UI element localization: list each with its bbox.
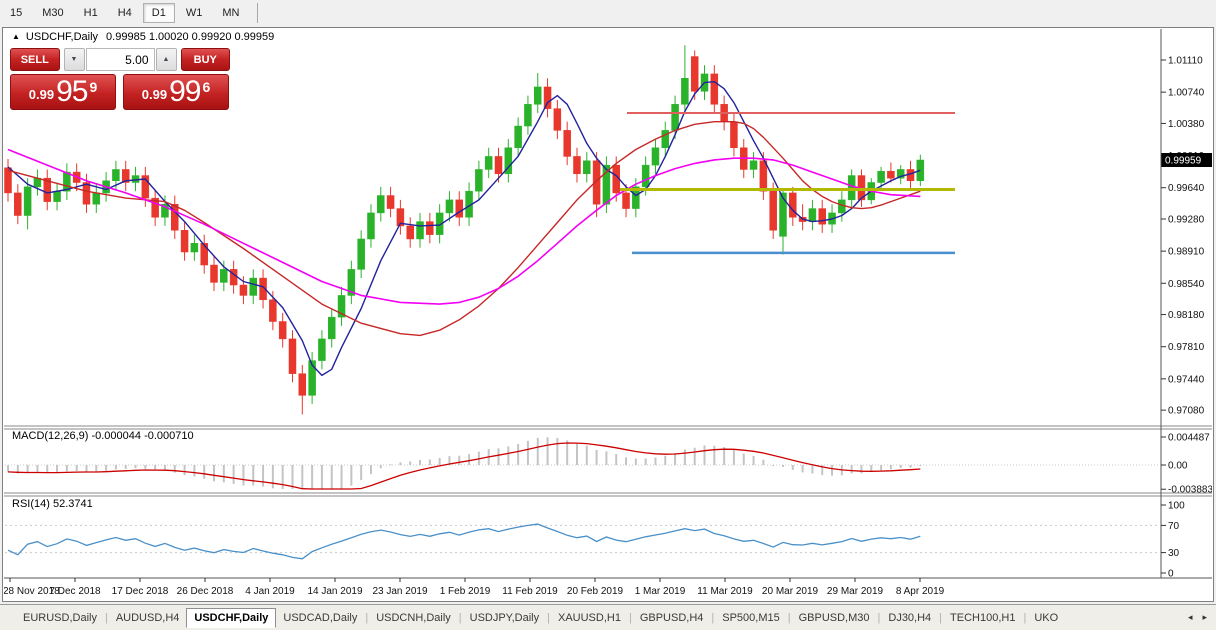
one-click-trading-panel: SELL ▼ ▲ BUY 0.99959 0.99996 [10,48,230,110]
timeframe-button-w1[interactable]: W1 [177,3,212,23]
svg-text:0.00: 0.00 [1168,461,1188,472]
tab-eurusd-daily[interactable]: EURUSD,Daily [16,609,104,627]
price-axis[interactable]: 1.011101.007401.003801.000100.996400.992… [1161,56,1205,417]
svg-text:0.97810: 0.97810 [1168,342,1205,353]
macd-axis[interactable]: 0.004487 0.00 -0.003883 [1161,433,1212,496]
svg-text:20 Feb 2019: 20 Feb 2019 [567,586,624,597]
tab-xauusd-h1[interactable]: XAUUSD,H1 [551,609,628,627]
buy-price-button[interactable]: 0.99996 [123,74,229,110]
chart-tab-bar: EURUSD,Daily| AUDUSD,H4 USDCHF,Daily USD… [0,604,1216,630]
volume-spinner: ▼ ▲ [64,48,177,71]
trading-terminal-window: 15 M30 H1 H4 D1 W1 MN 1.01110 1.00740 1.00… [0,0,1216,630]
ohlc-values: 0.99985 1.00020 0.99920 0.99959 [106,31,274,43]
rsi-axis[interactable]: 100 70 30 0 [1161,501,1185,580]
tab-sp500-m15[interactable]: SP500,M15 [715,609,786,627]
buy-price-big: 99 [169,77,200,107]
svg-text:0.98180: 0.98180 [1168,310,1205,321]
svg-text:11 Feb 2019: 11 Feb 2019 [502,586,558,597]
sell-button[interactable]: SELL [10,48,60,71]
svg-text:1.00740: 1.00740 [1168,88,1205,99]
timeframe-button-h1[interactable]: H1 [75,3,107,23]
toolbar-separator [257,3,258,23]
tab-scroll-right-icon[interactable]: ▸ [1197,610,1212,625]
svg-text:0.97080: 0.97080 [1168,406,1205,417]
svg-text:0.98540: 0.98540 [1168,279,1205,290]
macd-indicator-label: MACD(12,26,9) -0.000044 -0.000710 [12,430,194,442]
svg-text:0.99640: 0.99640 [1168,183,1205,194]
chart-title: ▲ USDCHF,Daily 0.99985 1.00020 0.99920 0.9… [12,31,274,43]
tab-usdcad-daily[interactable]: USDCAD,Daily [276,609,364,627]
svg-text:0.97440: 0.97440 [1168,374,1205,385]
timeframe-button-m30[interactable]: M30 [33,3,72,23]
svg-text:1.01110: 1.01110 [1168,56,1203,67]
macd-histogram [7,437,921,489]
symbol-period-label: USDCHF,Daily [26,31,98,43]
volume-decrease-button[interactable]: ▼ [64,48,85,71]
rsi-indicator-label: RSI(14) 52.3741 [12,498,93,510]
timeframe-button-mn[interactable]: MN [213,3,248,23]
svg-text:70: 70 [1168,521,1180,532]
tab-gbpusd-m30[interactable]: GBPUSD,M30 [792,609,877,627]
svg-text:-0.003883: -0.003883 [1168,485,1212,496]
svg-text:17 Dec 2018: 17 Dec 2018 [112,586,169,597]
tab-uko[interactable]: UKO [1027,609,1065,627]
buy-price-base: 0.99 [142,87,167,102]
pane-separators [4,29,1212,578]
tab-usdchf-daily[interactable]: USDCHF,Daily [186,608,276,628]
tab-dj30-h4[interactable]: DJ30,H4 [881,609,938,627]
rsi-line [8,524,920,559]
volume-increase-button[interactable]: ▲ [156,48,177,71]
svg-text:11 Mar 2019: 11 Mar 2019 [697,586,753,597]
tab-usdjpy-daily[interactable]: USDJPY,Daily [463,609,547,627]
tab-gbpusd-h4[interactable]: GBPUSD,H4 [633,609,711,627]
svg-text:8 Apr 2019: 8 Apr 2019 [896,586,945,597]
svg-text:14 Jan 2019: 14 Jan 2019 [307,586,362,597]
tab-usdcnh-daily[interactable]: USDCNH,Daily [369,609,458,627]
volume-input[interactable] [86,48,155,71]
svg-text:1.00380: 1.00380 [1168,119,1205,130]
timeframe-button-m15[interactable]: 15 [1,3,31,23]
sell-price-base: 0.99 [29,87,54,102]
level-lines[interactable] [620,113,955,253]
svg-text:23 Jan 2019: 23 Jan 2019 [372,586,427,597]
price-chart-canvas[interactable]: 1.011101.007401.003801.000100.996400.992… [4,28,1212,600]
date-axis[interactable]: 28 Nov 20187 Dec 201817 Dec 201826 Dec 2… [4,578,945,597]
svg-text:0.99959: 0.99959 [1165,156,1202,167]
tab-tech100-h1[interactable]: TECH100,H1 [943,609,1022,627]
sell-price-button[interactable]: 0.99959 [10,74,116,110]
svg-text:0.99280: 0.99280 [1168,214,1205,225]
svg-text:30: 30 [1168,548,1180,559]
indicator-gridlines [5,465,1160,553]
svg-text:1 Feb 2019: 1 Feb 2019 [440,586,491,597]
buy-button[interactable]: BUY [181,48,231,71]
sell-price-pip: 9 [89,79,97,95]
svg-text:26 Dec 2018: 26 Dec 2018 [177,586,234,597]
sell-price-big: 95 [56,77,87,107]
svg-text:29 Mar 2019: 29 Mar 2019 [827,586,884,597]
svg-text:20 Mar 2019: 20 Mar 2019 [762,586,819,597]
timeframe-button-h4[interactable]: H4 [109,3,141,23]
tab-scroll-left-icon[interactable]: ◂ [1183,610,1198,625]
svg-text:0.98910: 0.98910 [1168,247,1205,258]
svg-text:100: 100 [1168,501,1185,512]
collapse-panel-icon[interactable]: ▲ [12,32,20,41]
svg-text:7 Dec 2018: 7 Dec 2018 [49,586,101,597]
buy-price-pip: 6 [202,79,210,95]
svg-text:1 Mar 2019: 1 Mar 2019 [635,586,686,597]
tab-scroll-controls: ◂ ▸ [1183,610,1216,625]
timeframe-toolbar: 15 M30 H1 H4 D1 W1 MN [0,0,1216,26]
current-price-tag: 0.99959 [1162,153,1213,167]
svg-text:4 Jan 2019: 4 Jan 2019 [245,586,295,597]
timeframe-button-d1[interactable]: D1 [143,3,175,23]
svg-text:0.004487: 0.004487 [1168,433,1210,444]
svg-text:0: 0 [1168,569,1174,580]
tab-audusd-h4[interactable]: AUDUSD,H4 [109,609,187,627]
